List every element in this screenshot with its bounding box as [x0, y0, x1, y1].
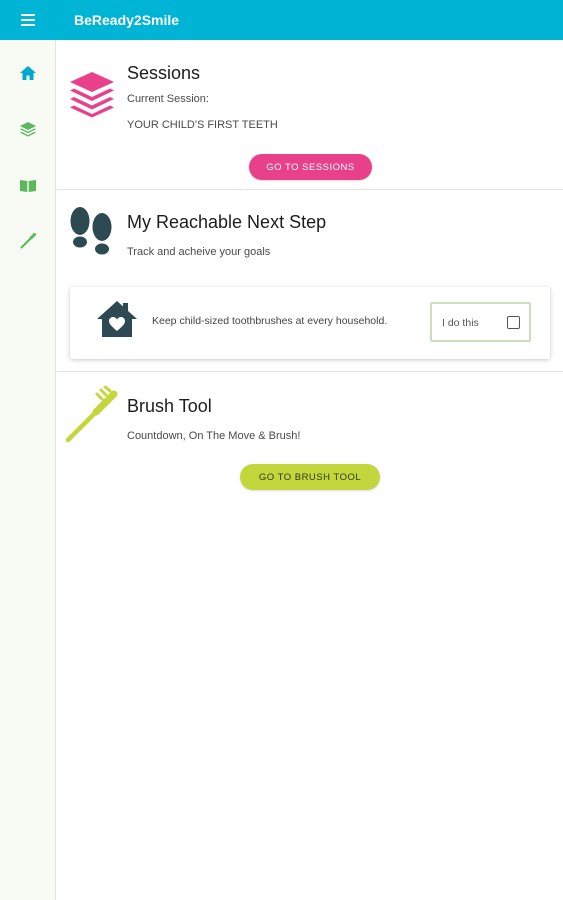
go-to-sessions-button[interactable]: GO TO SESSIONS [249, 154, 372, 180]
next-step-text: Keep child-sized toothbrushes at every h… [152, 315, 388, 327]
brush-tool-subtitle: Countdown, On The Move & Brush! [127, 430, 301, 442]
book-icon [20, 179, 36, 192]
menu-button[interactable] [0, 0, 56, 40]
nav-home[interactable] [0, 53, 56, 93]
next-step-title: My Reachable Next Step [127, 212, 327, 232]
stacked-layers-icon [70, 72, 114, 118]
app-bar: BeReady2Smile [0, 0, 563, 40]
nav-sessions[interactable] [0, 109, 56, 149]
i-do-this-toggle[interactable]: I do this [430, 302, 531, 342]
i-do-this-checkbox[interactable] [507, 316, 520, 329]
divider [57, 189, 563, 190]
layers-icon [20, 121, 36, 137]
nav-library[interactable] [0, 165, 56, 205]
app-title: BeReady2Smile [74, 12, 180, 28]
next-step-card: Keep child-sized toothbrushes at every h… [70, 287, 550, 359]
navigation-rail [0, 40, 56, 900]
current-session-value: YOUR CHILD'S FIRST TEETH [127, 119, 278, 131]
toothbrush-icon [20, 233, 36, 249]
next-step-subtitle: Track and acheive your goals [127, 246, 271, 258]
sessions-title: Sessions [127, 63, 201, 83]
go-to-brush-tool-button[interactable]: GO TO BRUSH TOOL [240, 464, 380, 490]
house-heart-icon [97, 301, 137, 337]
toothbrush-icon [65, 386, 118, 443]
menu-icon [21, 14, 35, 26]
divider [57, 371, 563, 372]
i-do-this-label: I do this [442, 317, 479, 329]
current-session-label: Current Session: [127, 93, 209, 105]
home-icon [20, 66, 36, 80]
nav-brush-tool[interactable] [0, 221, 56, 261]
main-content: Sessions Current Session: YOUR CHILD'S F… [57, 40, 563, 900]
brush-tool-title: Brush Tool [127, 396, 212, 416]
footprints-icon [70, 207, 112, 255]
